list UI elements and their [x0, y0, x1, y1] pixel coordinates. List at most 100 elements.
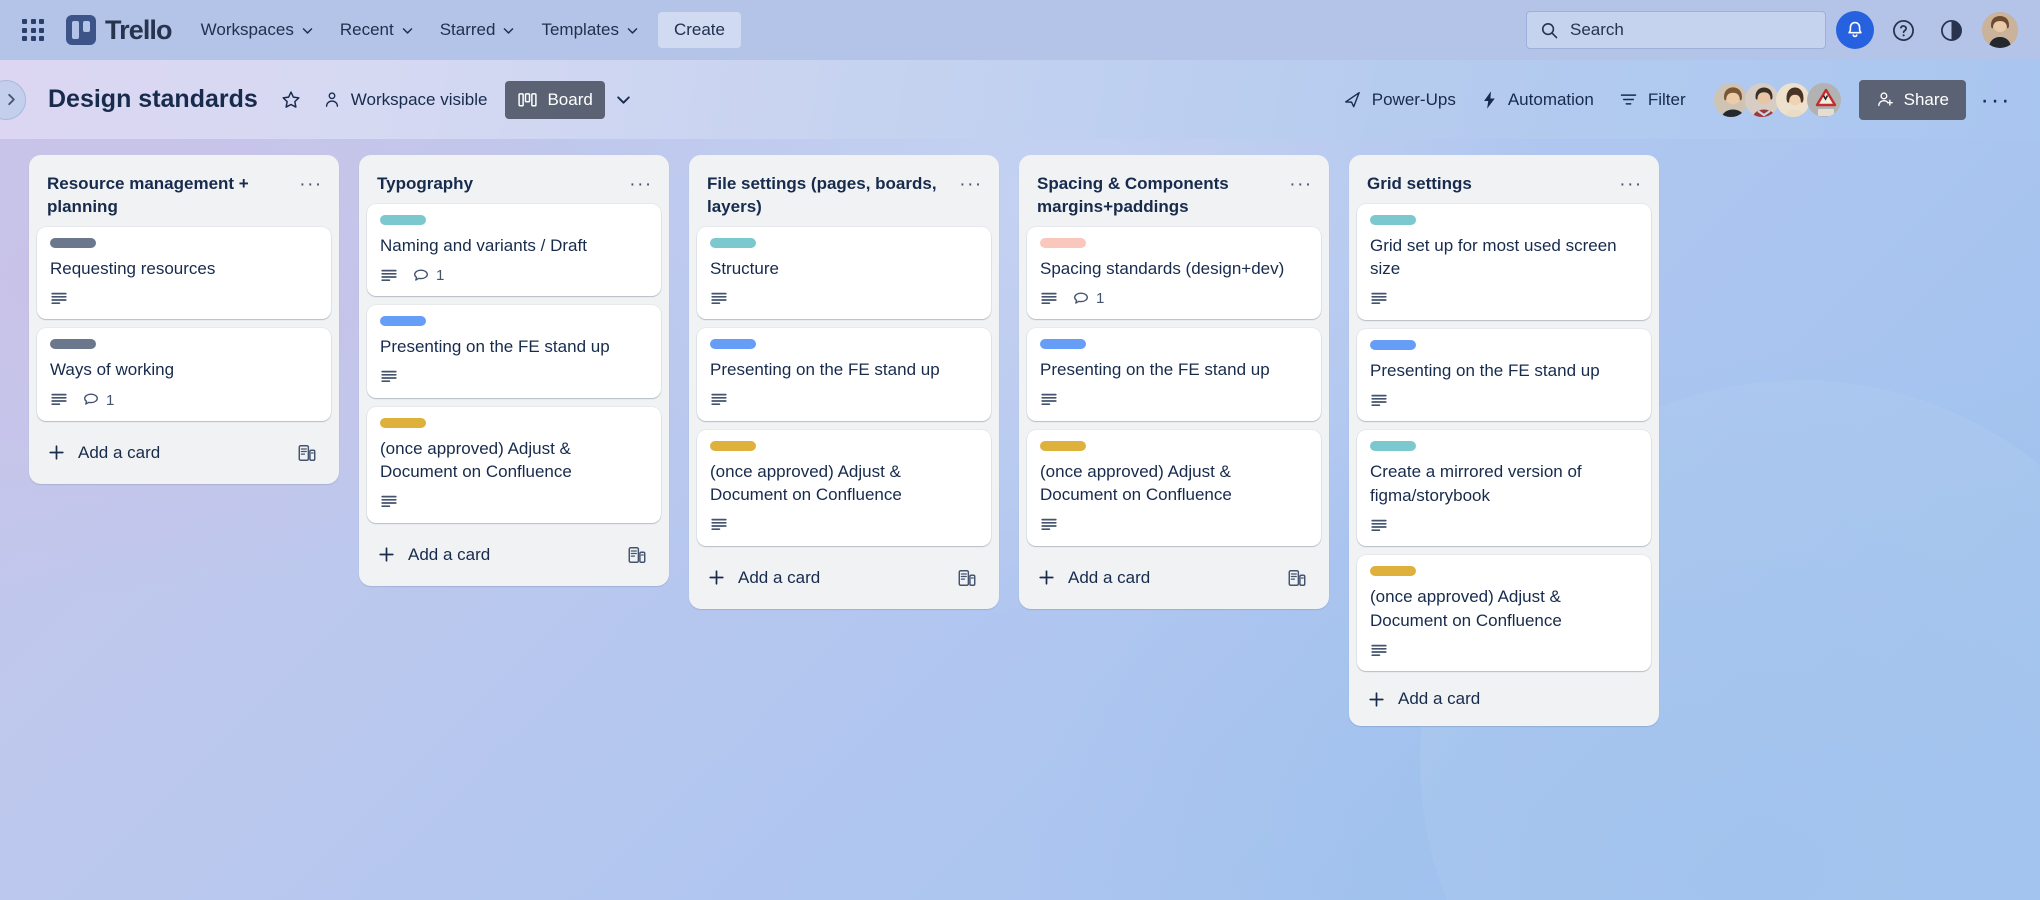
- chevron-down-icon: [627, 27, 638, 34]
- board-view-button[interactable]: Board: [505, 80, 605, 119]
- board-card[interactable]: Create a mirrored version of figma/story…: [1357, 430, 1651, 547]
- create-button[interactable]: Create: [657, 12, 741, 48]
- search-placeholder: Search: [1570, 20, 1624, 39]
- board-card[interactable]: Presenting on the FE stand up: [1357, 328, 1651, 422]
- board-view-switcher-button[interactable]: [605, 81, 643, 119]
- account-avatar[interactable]: [1982, 12, 2018, 48]
- power-ups-button[interactable]: Power-Ups: [1330, 81, 1468, 119]
- description-icon: [1371, 644, 1387, 656]
- board-card[interactable]: Presenting on the FE stand up: [1027, 328, 1321, 421]
- list-actions-button[interactable]: ···: [1617, 172, 1645, 198]
- theme-toggle-button[interactable]: [1932, 11, 1970, 49]
- board-card[interactable]: Ways of working 1: [37, 328, 331, 421]
- list-title[interactable]: Grid settings: [1367, 171, 1609, 198]
- member-avatar[interactable]: [1805, 81, 1843, 119]
- star-board-button[interactable]: [272, 81, 310, 119]
- create-from-template-button[interactable]: [953, 564, 981, 592]
- card-description-badge: [50, 290, 68, 308]
- board-card[interactable]: (once approved) Adjust & Document on Con…: [1357, 555, 1651, 672]
- board-card[interactable]: (once approved) Adjust & Document on Con…: [1027, 429, 1321, 546]
- list-cards: Structure Presenting on the FE stand up …: [697, 225, 991, 546]
- card-label-yellow[interactable]: [710, 440, 756, 451]
- share-label: Share: [1903, 89, 1949, 109]
- comment-icon: [414, 269, 428, 281]
- create-from-template-button[interactable]: [623, 541, 651, 569]
- list-title[interactable]: Spacing & Components margins+paddings: [1037, 171, 1279, 221]
- add-card-label: Add a card: [78, 442, 161, 462]
- board-card[interactable]: Naming and variants / Draft 1: [367, 204, 661, 297]
- board-card[interactable]: (once approved) Adjust & Document on Con…: [697, 429, 991, 546]
- card-label-grey[interactable]: [50, 339, 96, 350]
- card-label-teal[interactable]: [710, 237, 756, 248]
- board-card[interactable]: Requesting resources: [37, 226, 331, 320]
- board-card[interactable]: Grid set up for most used screen size: [1357, 204, 1651, 320]
- card-label-yellow[interactable]: [1370, 566, 1416, 577]
- card-description-badge: [710, 290, 728, 308]
- add-card-button[interactable]: Add a card: [367, 530, 661, 578]
- board-card[interactable]: Structure: [697, 226, 991, 320]
- list-actions-button[interactable]: ···: [297, 172, 325, 198]
- card-label-blue[interactable]: [710, 339, 756, 350]
- board-card[interactable]: Presenting on the FE stand up: [697, 328, 991, 421]
- list-actions-button[interactable]: ···: [627, 172, 655, 198]
- search-input[interactable]: Search: [1526, 11, 1826, 49]
- board-menu-button[interactable]: ···: [1976, 80, 2016, 120]
- nav-item-recent[interactable]: Recent: [327, 12, 427, 48]
- bell-icon: [1848, 21, 1862, 38]
- list-title[interactable]: Resource management + planning: [47, 171, 289, 221]
- board-card[interactable]: (once approved) Adjust & Document on Con…: [367, 406, 661, 523]
- trello-wordmark: Trello: [105, 14, 173, 45]
- board-card[interactable]: Spacing standards (design+dev) 1: [1027, 226, 1321, 320]
- board-title[interactable]: Design standards: [40, 80, 266, 119]
- card-comments-badge: 1: [412, 267, 444, 285]
- nav-item-templates[interactable]: Templates: [528, 12, 651, 48]
- card-label-teal[interactable]: [1370, 215, 1416, 225]
- card-label-blue[interactable]: [1040, 339, 1086, 350]
- create-from-template-button[interactable]: [293, 439, 321, 467]
- nav-item-starred[interactable]: Starred: [427, 12, 529, 48]
- list-title[interactable]: File settings (pages, boards, layers): [707, 171, 949, 221]
- card-description-badge: [380, 493, 398, 511]
- card-label-yellow[interactable]: [1040, 440, 1086, 451]
- create-from-template-button[interactable]: [1283, 564, 1311, 592]
- card-badges: [1370, 290, 1638, 309]
- filter-icon: [1620, 94, 1637, 105]
- add-card-button[interactable]: Add a card: [37, 428, 331, 476]
- card-label-blue[interactable]: [380, 316, 426, 327]
- board-visibility-button[interactable]: Workspace visible: [310, 81, 500, 119]
- add-card-label: Add a card: [1068, 567, 1151, 587]
- card-badges: [1040, 391, 1308, 410]
- notifications-button[interactable]: [1836, 11, 1874, 49]
- add-card-button[interactable]: Add a card: [1027, 553, 1321, 601]
- card-title: (once approved) Adjust & Document on Con…: [380, 438, 572, 482]
- plus-icon: [1039, 570, 1054, 585]
- card-template-icon: [1288, 569, 1306, 586]
- list-title[interactable]: Typography: [377, 171, 619, 198]
- card-label-grey[interactable]: [50, 237, 96, 248]
- nav-item-workspaces[interactable]: Workspaces: [188, 12, 327, 48]
- board-list: Spacing & Components margins+paddings ··…: [1019, 155, 1329, 609]
- board-header: Design standards Workspace visible Board: [0, 60, 2040, 139]
- nav-templates-label: Templates: [541, 20, 619, 39]
- sidebar-expand-button[interactable]: [0, 79, 26, 120]
- help-button[interactable]: [1884, 11, 1922, 49]
- trello-home-logo[interactable]: Trello: [66, 14, 173, 46]
- share-button[interactable]: Share: [1858, 79, 1966, 120]
- add-card-button[interactable]: Add a card: [697, 553, 991, 601]
- card-title: Presenting on the FE stand up: [1040, 360, 1270, 380]
- card-title: (once approved) Adjust & Document on Con…: [1040, 461, 1232, 505]
- card-description-badge: [1370, 517, 1388, 535]
- card-badges: 1: [50, 391, 318, 410]
- list-actions-button[interactable]: ···: [1287, 172, 1315, 198]
- filter-button[interactable]: Filter: [1606, 81, 1698, 119]
- card-label-pink[interactable]: [1040, 237, 1086, 248]
- apps-grid-icon[interactable]: [18, 15, 48, 45]
- card-label-blue[interactable]: [1370, 339, 1416, 350]
- add-card-button[interactable]: Add a card: [1357, 678, 1651, 718]
- card-label-teal[interactable]: [1370, 441, 1416, 452]
- card-label-yellow[interactable]: [380, 417, 426, 428]
- board-card[interactable]: Presenting on the FE stand up: [367, 305, 661, 398]
- card-label-teal[interactable]: [380, 215, 426, 225]
- automation-button[interactable]: Automation: [1468, 81, 1606, 119]
- list-actions-button[interactable]: ···: [957, 172, 985, 198]
